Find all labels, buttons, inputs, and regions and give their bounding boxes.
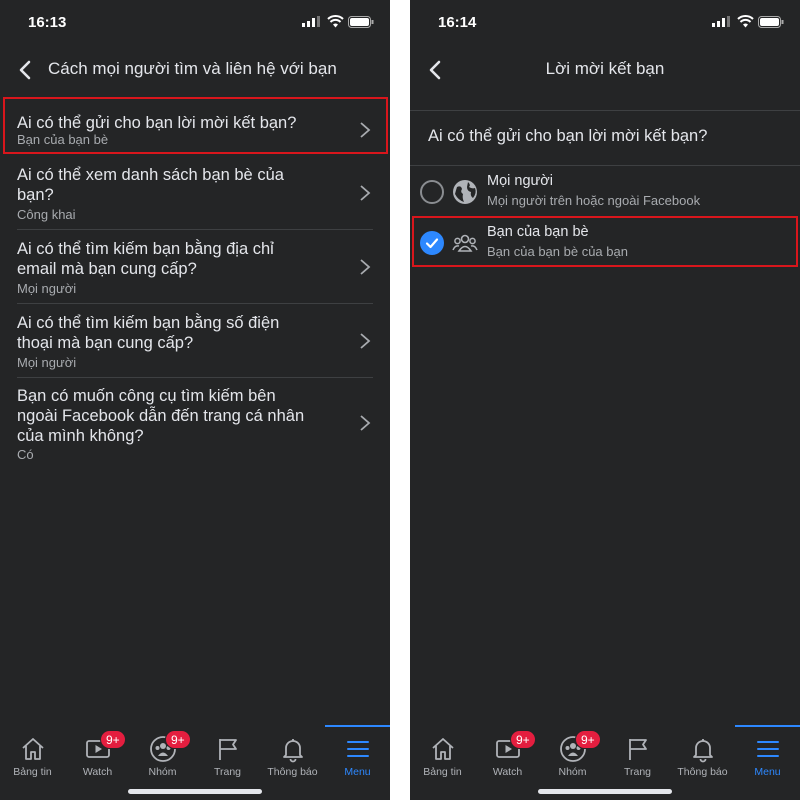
notification-badge: 9+ [575,730,601,749]
tab-label: Bảng tin [13,766,52,778]
setting-question: Ai có thể tìm kiếm bạn bằng số điện [17,314,280,332]
home-icon [21,738,44,760]
tab-label: Watch [82,766,113,778]
chevron-right-icon [360,333,371,349]
setting-question: Ai có thể xem danh sách bạn bè của [17,166,284,184]
setting-row-email-search[interactable]: Ai có thể tìm kiếm bạn bằng địa chỉ emai… [0,236,390,302]
active-tab-indicator [325,725,390,727]
setting-row-phone-search[interactable]: Ai có thể tìm kiếm bạn bằng số điện thoạ… [0,310,390,376]
notification-badge: 9+ [510,730,536,749]
setting-value: Công khai [17,207,76,222]
setting-question: ngoài Facebook dẫn đến trang cá nhân [17,407,305,425]
setting-question: thoại mà bạn cung cấp? [17,334,194,352]
tab-label: Thông báo [677,766,728,778]
page-title: Lời mời kết bạn [545,59,665,78]
signal-icon [302,16,320,27]
signal-icon [712,16,730,27]
battery-icon [758,16,784,28]
notification-badge: 9+ [100,730,126,749]
back-icon[interactable] [14,58,38,82]
tab-news-feed[interactable]: Bảng tin [410,727,475,787]
setting-question: của mình không? [17,427,144,445]
setting-value: Mọi người [17,281,77,296]
tab-menu[interactable]: Menu [325,725,390,787]
tab-groups[interactable]: 9+ Nhóm [540,727,605,787]
divider [410,165,800,166]
tab-label: Bảng tin [423,766,462,778]
tab-watch[interactable]: 9+ Watch [65,727,130,787]
setting-question: Bạn có muốn công cụ tìm kiếm bên [17,387,276,405]
bottom-tab-bar: Bảng tin 9+ Watch 9+ Nhóm Trang Thông bá… [410,725,800,800]
divider [17,303,373,304]
status-bar: 16:14 [410,0,800,44]
radio-button-unselected[interactable] [420,180,444,204]
flag-icon [628,739,647,760]
menu-icon [346,741,369,757]
wifi-icon [327,15,344,28]
setting-question: Ai có thể tìm kiếm bạn bằng địa chỉ [17,240,274,258]
home-indicator[interactable] [538,789,672,794]
tab-label: Nhóm [558,766,587,778]
wifi-icon [737,15,754,28]
tab-label: Trang [623,766,652,778]
tab-notifications[interactable]: Thông báo [260,727,325,787]
option-title: Mọi người [487,173,553,189]
tab-notifications[interactable]: Thông báo [670,727,735,787]
right-phone-screen: 16:14 Lời mời kết bạn Ai có thể gửi cho … [410,0,800,800]
chevron-right-icon [360,185,371,201]
option-everyone[interactable]: Mọi người Mọi người trên hoặc ngoài Face… [410,167,800,215]
home-indicator[interactable] [128,789,262,794]
chevron-right-icon [360,415,371,431]
setting-question-heading: Ai có thể gửi cho bạn lời mời kết bạn? [428,127,708,145]
tab-label: Nhóm [148,766,177,778]
menu-icon [756,741,779,757]
tab-groups[interactable]: 9+ Nhóm [130,727,195,787]
flag-icon [218,739,237,760]
tab-label: Watch [492,766,523,778]
setting-value: Có [17,447,34,462]
status-time: 16:13 [28,14,67,31]
highlight-box [3,97,388,154]
tab-news-feed[interactable]: Bảng tin [0,727,65,787]
option-subtitle: Mọi người trên hoặc ngoài Facebook [487,193,701,208]
tab-label: Thông báo [267,766,318,778]
status-bar: 16:13 [0,0,390,44]
divider [410,110,800,111]
header: Lời mời kết bạn [410,44,800,96]
home-icon [431,738,454,760]
divider [17,229,373,230]
header: Cách mọi người tìm và liên hệ với bạn [0,44,390,96]
tab-pages[interactable]: Trang [605,727,670,787]
active-tab-indicator [735,725,800,727]
bottom-tab-bar: Bảng tin 9+ Watch 9+ Nhóm Trang Thông bá… [0,725,390,800]
tab-label: Menu [344,766,371,778]
setting-row-friends-list[interactable]: Ai có thể xem danh sách bạn bè của bạn? … [0,162,390,228]
page-title: Cách mọi người tìm và liên hệ với bạn [48,59,337,78]
tab-menu[interactable]: Menu [735,725,800,787]
globe-icon [453,180,477,204]
setting-value: Mọi người [17,355,77,370]
notification-badge: 9+ [165,730,191,749]
tab-label: Menu [754,766,781,778]
setting-row-search-engines[interactable]: Bạn có muốn công cụ tìm kiếm bên ngoài F… [0,383,390,469]
bell-icon [692,739,713,763]
highlight-box [412,216,798,267]
divider [17,377,373,378]
tab-pages[interactable]: Trang [195,727,260,787]
tab-label: Trang [213,766,242,778]
status-time: 16:14 [438,14,477,31]
battery-icon [348,16,374,28]
chevron-right-icon [360,259,371,275]
bell-icon [282,739,303,763]
left-phone-screen: 16:13 Cách mọi người tìm và liên hệ với … [0,0,390,800]
setting-question: email mà bạn cung cấp? [17,260,197,278]
setting-question: bạn? [17,186,54,204]
tab-watch[interactable]: 9+ Watch [475,727,540,787]
